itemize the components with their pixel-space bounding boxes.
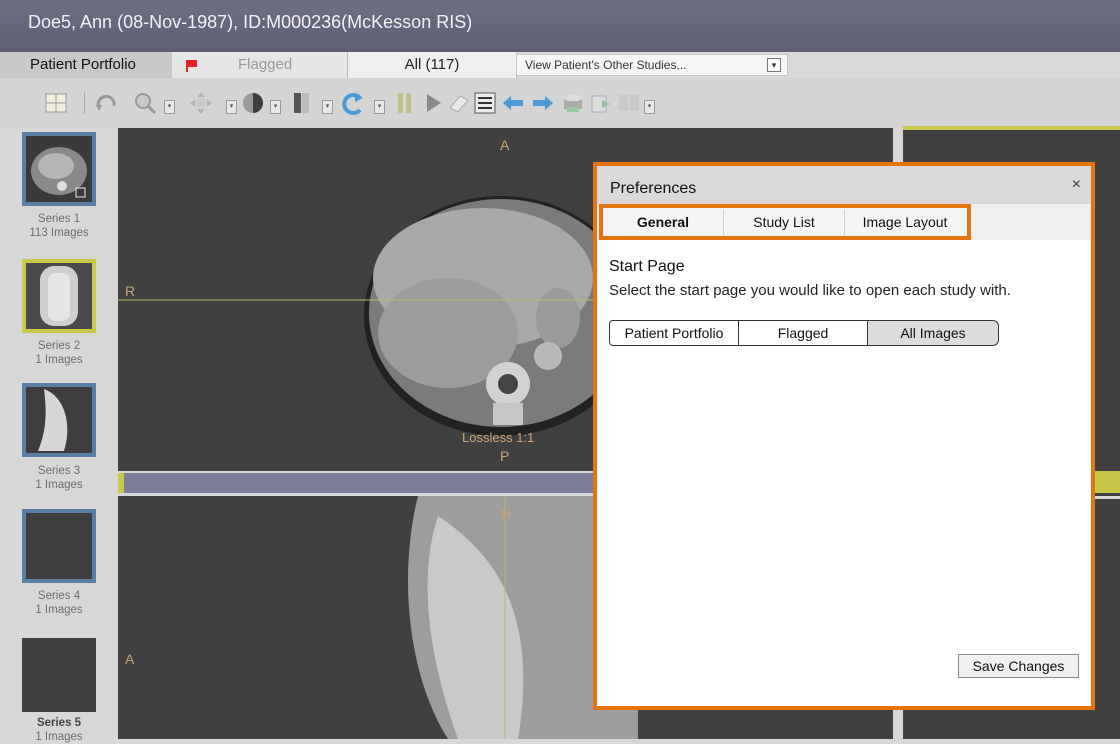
print-icon[interactable] bbox=[560, 90, 586, 116]
tab-patient-portfolio-label: Patient Portfolio bbox=[30, 56, 136, 73]
reset-icon[interactable] bbox=[340, 90, 366, 116]
compression-label: Lossless 1:1 bbox=[462, 430, 535, 445]
list-icon[interactable] bbox=[472, 90, 498, 116]
lateral-thumbnail bbox=[26, 387, 92, 453]
window-level-icon[interactable] bbox=[240, 90, 266, 116]
series-4-label: Series 4 bbox=[37, 590, 81, 602]
flip-icon[interactable] bbox=[288, 90, 314, 116]
orientation-label-top: A bbox=[500, 137, 510, 153]
zoom-icon[interactable] bbox=[132, 90, 158, 116]
close-icon[interactable]: × bbox=[1072, 176, 1081, 194]
window-title: Doe5, Ann (08-Nov-1987), ID:M000236(McKe… bbox=[28, 12, 473, 32]
arrow-left-icon[interactable] bbox=[500, 90, 526, 116]
ct-axial-thumbnail bbox=[26, 136, 92, 202]
other-studies-dropdown[interactable]: View Patient's Other Studies... ▾ bbox=[516, 54, 788, 76]
pan-icon[interactable] bbox=[188, 90, 214, 116]
rotate-icon[interactable] bbox=[94, 90, 120, 116]
series-4-count: 1 Images bbox=[35, 604, 83, 616]
chevron-down-icon[interactable]: ▾ bbox=[767, 58, 781, 72]
dialog-header: Preferences × bbox=[597, 166, 1091, 204]
scout-thumbnail bbox=[26, 263, 92, 329]
eraser-icon[interactable] bbox=[446, 90, 472, 116]
cine-icon[interactable] bbox=[392, 90, 418, 116]
reset-caret-icon[interactable]: ▾ bbox=[374, 100, 385, 114]
flag-icon bbox=[186, 60, 197, 72]
series-3-label: Series 3 bbox=[37, 465, 81, 477]
tab-study-list[interactable]: Study List bbox=[724, 208, 844, 236]
view-tab-bar: Patient Portfolio Flagged All (117) View… bbox=[0, 52, 1120, 78]
compare-caret-icon[interactable]: ▾ bbox=[644, 100, 655, 114]
orientation-label-head: H bbox=[501, 506, 512, 522]
series-scrollbar-thumb[interactable] bbox=[1095, 471, 1120, 493]
series-scrollbar-thumb[interactable] bbox=[118, 473, 124, 493]
series-2-label: Series 2 bbox=[37, 340, 81, 352]
tab-all[interactable]: All (117) bbox=[348, 52, 517, 78]
preferences-body: Start Page Select the start page you wou… bbox=[597, 240, 1091, 706]
toolbar-separator bbox=[84, 92, 85, 114]
series-thumbnail[interactable] bbox=[22, 638, 96, 712]
start-page-option-portfolio[interactable]: Patient Portfolio bbox=[609, 320, 739, 346]
compare-icon[interactable] bbox=[616, 90, 642, 116]
series-5-count: 1 Images bbox=[35, 731, 83, 743]
series-1-label: Series 1 bbox=[37, 213, 81, 225]
start-page-option-all-images[interactable]: All Images bbox=[867, 320, 999, 346]
series-3-count: 1 Images bbox=[35, 479, 83, 491]
start-page-option-flagged[interactable]: Flagged bbox=[738, 320, 868, 346]
preferences-tabs: General Study List Image Layout bbox=[599, 204, 971, 240]
start-page-heading: Start Page bbox=[609, 258, 685, 275]
orientation-label-bottom: P bbox=[500, 448, 510, 464]
orientation-label-left: R bbox=[125, 283, 136, 299]
zoom-caret-icon[interactable]: ▾ bbox=[164, 100, 175, 114]
preferences-dialog: Preferences × General Study List Image L… bbox=[593, 162, 1095, 710]
play-icon[interactable] bbox=[420, 90, 446, 116]
window-level-caret-icon[interactable]: ▾ bbox=[270, 100, 281, 114]
pan-caret-icon[interactable]: ▾ bbox=[226, 100, 237, 114]
orientation-label-anterior: A bbox=[125, 651, 135, 667]
active-viewport-border bbox=[903, 126, 1120, 130]
tab-general[interactable]: General bbox=[605, 208, 721, 236]
tab-patient-portfolio[interactable]: Patient Portfolio bbox=[0, 52, 173, 78]
series-2-count: 1 Images bbox=[35, 354, 83, 366]
series-thumbnail[interactable] bbox=[22, 132, 96, 206]
dialog-title: Preferences bbox=[610, 180, 697, 197]
tab-flagged[interactable]: Flagged bbox=[172, 52, 348, 78]
series-sidebar: Series 1 113 Images Series 2 1 Images Se… bbox=[0, 128, 118, 743]
save-changes-button[interactable]: Save Changes bbox=[958, 654, 1079, 678]
window-titlebar: Doe5, Ann (08-Nov-1987), ID:M000236(McKe… bbox=[0, 0, 1120, 52]
series-5-label: Series 5 bbox=[36, 717, 82, 729]
export-icon[interactable] bbox=[588, 90, 614, 116]
series-1-count: 113 Images bbox=[29, 227, 89, 239]
tab-all-label: All (117) bbox=[404, 56, 460, 73]
series-thumbnail[interactable] bbox=[22, 383, 96, 457]
tab-flagged-label: Flagged bbox=[238, 56, 293, 73]
flip-caret-icon[interactable]: ▾ bbox=[322, 100, 333, 114]
layout-grid-icon[interactable] bbox=[43, 90, 69, 116]
arrow-right-icon[interactable] bbox=[530, 90, 556, 116]
image-toolbar: ▾ ▾ ▾ ▾ ▾ ▾ bbox=[0, 78, 1120, 128]
start-page-description: Select the start page you would like to … bbox=[609, 282, 1011, 299]
series-thumbnail[interactable] bbox=[22, 259, 96, 333]
series-thumbnail[interactable] bbox=[22, 509, 96, 583]
tab-image-layout[interactable]: Image Layout bbox=[845, 208, 965, 236]
other-studies-selected: View Patient's Other Studies... bbox=[525, 58, 687, 72]
